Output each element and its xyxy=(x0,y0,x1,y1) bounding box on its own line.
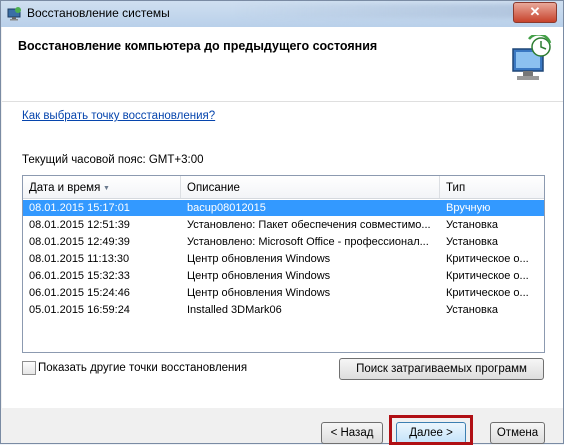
title-bar[interactable]: Восстановление системы ✕ xyxy=(1,1,563,27)
table-row[interactable]: 06.01.2015 15:32:33 Центр обновления Win… xyxy=(23,268,544,284)
cell-date: 08.01.2015 11:13:30 xyxy=(29,253,130,265)
page-title: Восстановление компьютера до предыдущего… xyxy=(18,39,378,53)
close-button[interactable]: ✕ xyxy=(513,2,557,23)
cell-description: Установлено: Пакет обеспечения совместим… xyxy=(187,219,431,231)
cell-date: 06.01.2015 15:32:33 xyxy=(29,270,130,282)
cancel-button[interactable]: Отмена xyxy=(490,422,545,444)
column-type-label: Тип xyxy=(446,182,466,194)
window-title: Восстановление системы xyxy=(27,6,170,20)
system-restore-icon xyxy=(512,35,552,80)
column-description-label: Описание xyxy=(187,182,240,194)
cell-type: Критическое о... xyxy=(446,287,529,299)
cell-date: 05.01.2015 16:59:24 xyxy=(29,304,130,316)
back-button[interactable]: < Назад xyxy=(321,422,383,444)
column-date[interactable]: Дата и время ▼ xyxy=(23,176,181,198)
cell-date: 08.01.2015 15:17:01 xyxy=(29,202,130,214)
scan-affected-programs-button[interactable]: Поиск затрагиваемых программ xyxy=(339,358,544,380)
system-restore-icon xyxy=(7,7,21,21)
list-header: Дата и время ▼ Описание Тип xyxy=(23,176,544,199)
show-more-checkbox[interactable] xyxy=(22,361,36,375)
cell-description: Центр обновления Windows xyxy=(187,287,331,299)
table-row[interactable]: 08.01.2015 11:13:30 Центр обновления Win… xyxy=(23,251,544,267)
table-row[interactable]: 08.01.2015 12:51:39 Установлено: Пакет о… xyxy=(23,217,544,233)
cell-date: 06.01.2015 15:24:46 xyxy=(29,287,130,299)
table-row[interactable]: 08.01.2015 12:49:39 Установлено: Microso… xyxy=(23,234,544,250)
cell-type: Установка xyxy=(446,219,498,231)
cell-type: Установка xyxy=(446,304,498,316)
cell-type: Вручную xyxy=(446,202,491,214)
column-description[interactable]: Описание xyxy=(181,176,440,198)
cell-description: bacup08012015 xyxy=(187,202,266,214)
help-link[interactable]: Как выбрать точку восстановления? xyxy=(22,110,215,122)
cell-type: Критическое о... xyxy=(446,253,529,265)
cell-date: 08.01.2015 12:49:39 xyxy=(29,236,130,248)
column-type[interactable]: Тип xyxy=(440,176,544,198)
cell-description: Installed 3DMark06 xyxy=(187,304,282,316)
timezone-label: Текущий часовой пояс: GMT+3:00 xyxy=(22,154,204,166)
next-button-highlight xyxy=(389,415,473,445)
cell-description: Центр обновления Windows xyxy=(187,253,331,265)
title-blur xyxy=(231,4,531,18)
cell-date: 08.01.2015 12:51:39 xyxy=(29,219,130,231)
table-row[interactable]: 06.01.2015 15:24:46 Центр обновления Win… xyxy=(23,285,544,301)
show-more-label[interactable]: Показать другие точки восстановления xyxy=(38,360,247,376)
sort-arrow-icon: ▼ xyxy=(103,185,110,192)
table-row[interactable]: 05.01.2015 16:59:24 Installed 3DMark06 У… xyxy=(23,302,544,318)
cell-type: Критическое о... xyxy=(446,270,529,282)
restore-points-list[interactable]: Дата и время ▼ Описание Тип 08.01.2015 1… xyxy=(22,175,545,353)
cell-description: Установлено: Microsoft Office - професси… xyxy=(187,236,429,248)
system-restore-window: Восстановление системы ✕ Восстановление … xyxy=(0,0,564,445)
table-row[interactable]: 08.01.2015 15:17:01 bacup08012015 Вручну… xyxy=(23,200,544,216)
wizard-header: Восстановление компьютера до предыдущего… xyxy=(2,27,563,102)
column-date-label: Дата и время xyxy=(29,182,101,194)
cell-type: Установка xyxy=(446,236,498,248)
cell-description: Центр обновления Windows xyxy=(187,270,331,282)
